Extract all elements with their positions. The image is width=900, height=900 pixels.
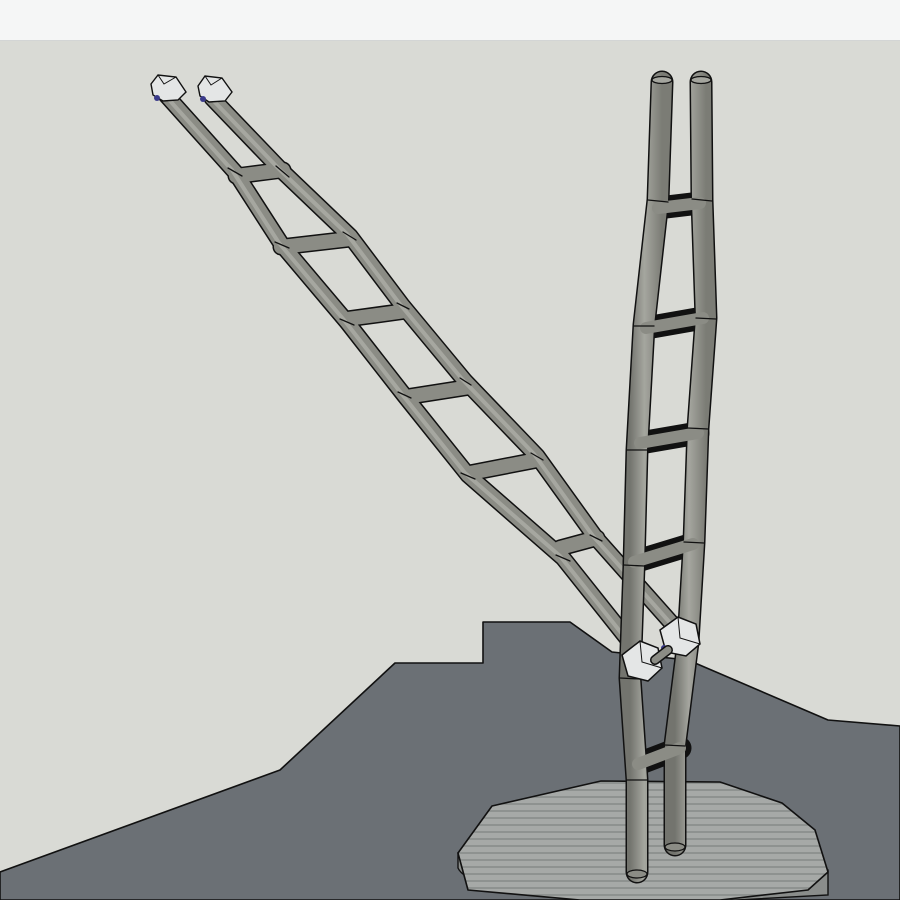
bolt-icon <box>200 96 206 102</box>
scene-canvas[interactable] <box>0 41 900 900</box>
modeling-app <box>0 0 900 900</box>
3d-viewport[interactable] <box>0 41 900 900</box>
bolt-icon <box>154 95 160 101</box>
top-toolbar <box>0 0 900 41</box>
